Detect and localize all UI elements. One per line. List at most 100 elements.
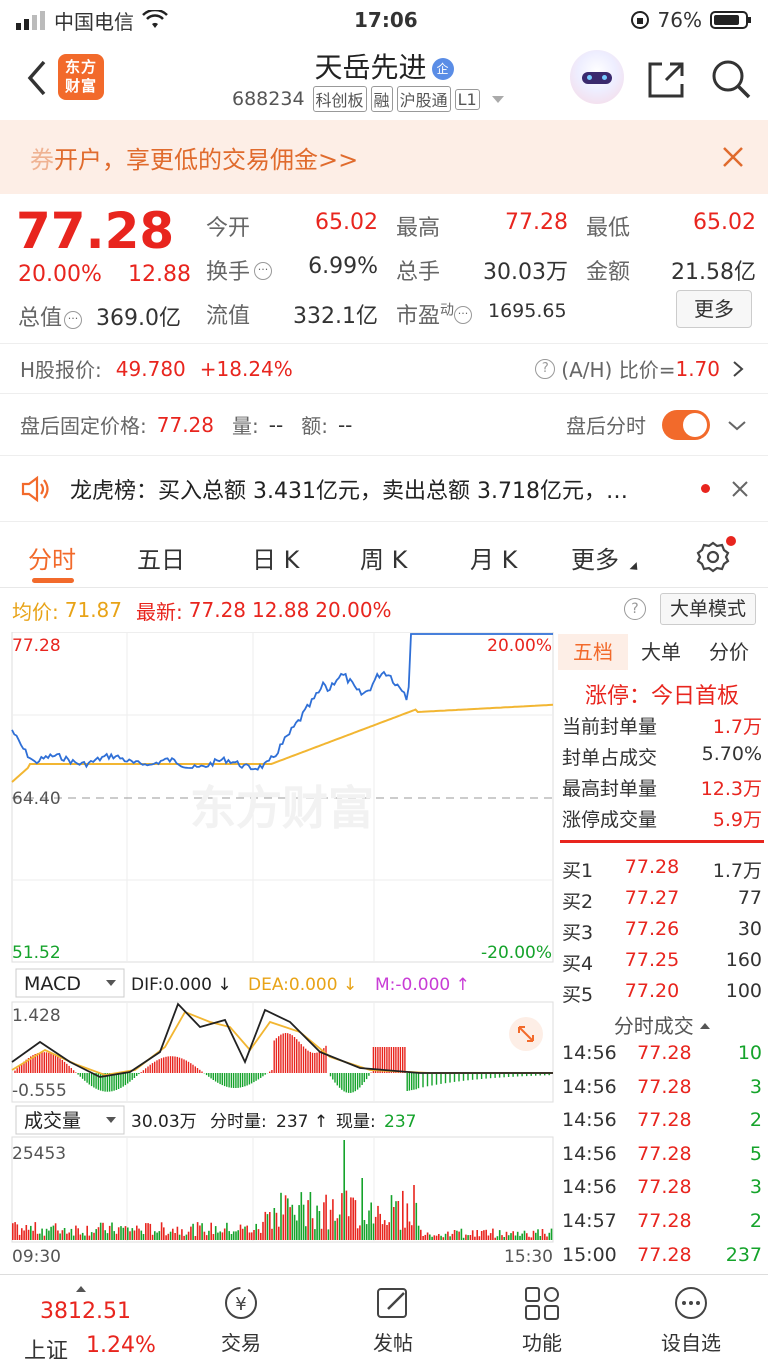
intraday-chart[interactable]: 东方财富 77.28 20.00% 64.40 51.52 -20.00% MA… (0, 632, 556, 1272)
help-icon[interactable]: ? (624, 598, 646, 620)
volume-bar (21, 1228, 23, 1240)
volume-bar (203, 1231, 206, 1240)
svg-text:¥: ¥ (235, 1294, 246, 1315)
close-icon[interactable] (732, 480, 748, 497)
active-tab-indicator (32, 578, 74, 583)
nav-add-watchlist-label: 设自选 (661, 1331, 721, 1355)
macd-bar (151, 1063, 154, 1073)
macd-bar (169, 1056, 172, 1073)
right-tab-big-orders[interactable]: 大单 (628, 634, 694, 670)
h-share-row[interactable]: H股报价: 49.780 +18.24% ? (A/H) 比价= 1.70 (0, 344, 768, 394)
h-share-change: +18.24% (199, 356, 293, 381)
macd-bar (172, 1056, 174, 1073)
macd-bar (57, 1056, 59, 1073)
macd-bar (77, 1073, 79, 1075)
macd-bar (167, 1056, 169, 1073)
volume-bar (23, 1230, 25, 1240)
macd-bar (368, 1073, 370, 1076)
macd-bar (39, 1052, 41, 1073)
promo-banner[interactable]: 券开户，享更低的交易佣金>> (0, 120, 768, 194)
nav-functions[interactable]: 功能 (487, 1285, 597, 1356)
volume-bar (158, 1231, 161, 1240)
edit-icon (377, 1288, 407, 1318)
macd-dea: DEA:0.000 ↓ (248, 975, 357, 995)
volume-bar (122, 1227, 125, 1240)
order-panel: 五档 大单 分价 涨停：今日首板 当前封单量 1.7万 封单占成交 5.70% 最高… (556, 632, 768, 1272)
volume-bar (151, 1234, 154, 1240)
macd-bar (361, 1073, 363, 1085)
macd-bar (158, 1059, 160, 1073)
tab-more[interactable]: 更多 (571, 540, 619, 575)
volume-bar (196, 1222, 199, 1240)
share-icon[interactable] (646, 60, 686, 100)
mktcap-label: 总值 ··· (18, 300, 83, 332)
volume-bar (404, 1227, 406, 1240)
nav-post[interactable]: 发帖 (338, 1285, 448, 1356)
index-name: 上证 (24, 1339, 69, 1364)
ah-label: (A/H) 比价= (561, 358, 676, 382)
macd-bar (332, 1073, 334, 1080)
volume-bar (183, 1235, 185, 1240)
volume-bar (66, 1233, 68, 1240)
nav-trade-label: 交易 (221, 1331, 261, 1355)
pe-value: 1695.65 (488, 300, 567, 322)
volume-bar (93, 1232, 95, 1240)
volume-bar (478, 1236, 481, 1240)
dragon-tiger-row[interactable]: 龙虎榜：买入总额 3.431亿元，卖出总额 3.718亿元，… (0, 456, 768, 522)
nav-trade[interactable]: ¥ 交易 (186, 1285, 296, 1356)
right-tab-level5[interactable]: 五档 (558, 634, 628, 670)
volume-bar (526, 1233, 528, 1240)
help-icon[interactable]: ? (535, 358, 556, 379)
trades-title[interactable]: 分时成交 (556, 1010, 768, 1039)
low-label: 最低 (586, 216, 631, 241)
h-share-price: 49.780 (115, 356, 186, 381)
volume-bar (210, 1222, 212, 1240)
macd-bar (269, 1071, 271, 1073)
dropdown-caret-icon[interactable] (491, 95, 504, 109)
more-button[interactable]: 更多 (676, 290, 752, 328)
nav-add-watchlist[interactable]: 设自选 (636, 1285, 746, 1356)
volume-bar (505, 1231, 508, 1240)
tab-daily-k[interactable]: 日 K (252, 540, 299, 575)
volume-bar (77, 1228, 79, 1240)
limit-up-divider (560, 840, 764, 843)
macd-bar (289, 1033, 291, 1073)
volume-bar (510, 1233, 512, 1240)
volume-bar (465, 1234, 467, 1240)
macd-bar (264, 1073, 266, 1075)
tag-connect: 沪股通 (396, 86, 451, 112)
settings-icon[interactable] (696, 540, 730, 574)
assistant-avatar[interactable] (570, 50, 624, 104)
big-order-mode-button[interactable]: 大单模式 (660, 593, 756, 625)
volume-bar (136, 1225, 138, 1240)
volume-bar (433, 1235, 436, 1240)
macd-bar (239, 1073, 242, 1088)
volume-bar (221, 1232, 224, 1240)
volume-bar (305, 1226, 307, 1240)
chevron-down-icon[interactable] (726, 415, 748, 435)
volume-bar (523, 1230, 526, 1240)
tab-monthly-k[interactable]: 月 K (470, 540, 517, 575)
volume-bar (54, 1223, 57, 1240)
macd-bar (199, 1069, 201, 1073)
tab-intraday[interactable]: 分时 (28, 540, 76, 575)
macd-bar (136, 1073, 138, 1076)
macd-bar (190, 1063, 192, 1073)
close-icon[interactable] (722, 146, 744, 168)
search-icon[interactable] (710, 58, 752, 100)
macd-bar (52, 1054, 54, 1073)
volume-bar (541, 1229, 544, 1240)
tab-five-day[interactable]: 五日 (137, 540, 185, 575)
after-hours-toggle[interactable] (662, 409, 710, 440)
volume-bar (507, 1235, 510, 1240)
volume-bar (244, 1226, 246, 1240)
after-hours-vol: -- (268, 412, 284, 437)
tab-weekly-k[interactable]: 周 K (360, 540, 407, 575)
volume-bar (487, 1235, 490, 1240)
volume-bar (354, 1200, 357, 1240)
right-tab-price-dist[interactable]: 分价 (696, 634, 762, 670)
volume-bar (165, 1235, 167, 1240)
macd-bar (305, 1048, 307, 1073)
volume-bar (408, 1221, 411, 1240)
volume-bar (284, 1195, 287, 1240)
